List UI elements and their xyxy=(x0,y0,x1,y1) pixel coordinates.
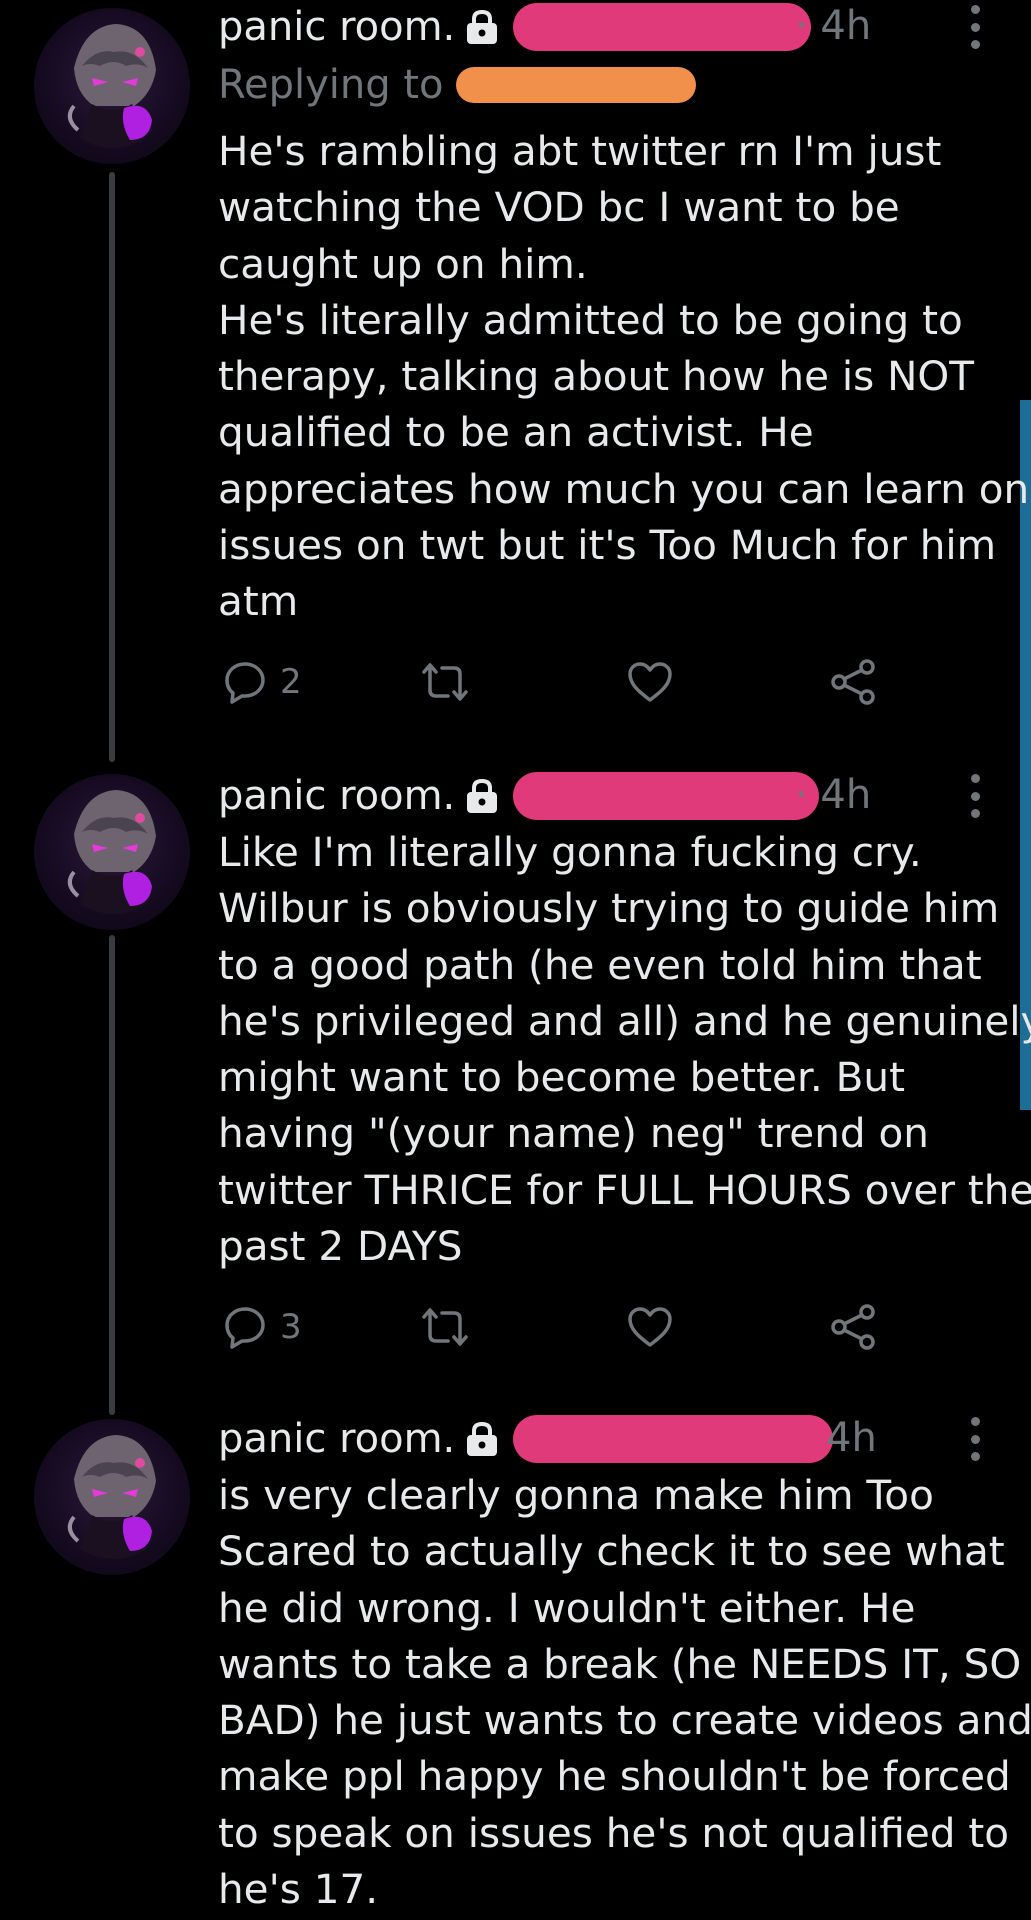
thread-connector-line xyxy=(109,172,115,762)
like-button[interactable] xyxy=(626,1300,674,1354)
tweet-header: panic room. xyxy=(218,1413,834,1465)
share-icon xyxy=(831,1304,875,1350)
tweet-text-line: Scared to actually check it to see what xyxy=(218,1527,1005,1576)
share-button[interactable] xyxy=(828,655,878,709)
avatar[interactable] xyxy=(34,8,190,164)
more-vertical-icon[interactable] xyxy=(968,1417,982,1461)
tweet-text: Like I'm literally gonna fucking cry. Wi… xyxy=(218,824,1031,1274)
thread-screen: panic room. · 4h Replying to He's rambli… xyxy=(0,0,1031,1920)
reply-button[interactable]: 2 xyxy=(222,655,302,709)
replying-to-line: Replying to xyxy=(218,62,696,108)
replying-to-label: Replying to xyxy=(218,62,444,108)
redacted-handle xyxy=(513,1415,834,1463)
retweet-icon xyxy=(422,1308,468,1346)
avatar-image xyxy=(67,790,156,914)
redacted-reply-handle xyxy=(455,67,696,103)
avatar[interactable] xyxy=(34,774,190,930)
share-icon xyxy=(831,659,875,705)
tweet-header: panic room. xyxy=(218,1,812,53)
tweet-text-line: make ppl happy he shouldn't be forced xyxy=(218,1752,1011,1801)
tweet-text-line: appreciates how much you can learn on xyxy=(218,464,1030,513)
reply-bubble-icon xyxy=(225,1307,265,1349)
tweet-text-line: Like I'm literally gonna fucking cry. xyxy=(218,828,922,876)
tweet-text-line: watching the VOD bc I want to be xyxy=(218,183,900,232)
tweet-text-line: BAD) he just wants to create videos and xyxy=(218,1696,1031,1745)
tweet-text-line: He's literally admitted to be going to xyxy=(218,295,963,344)
tweet-timestamp[interactable]: · 4h xyxy=(795,772,871,818)
tweet-text-line: twitter THRICE for FULL HOURS over the xyxy=(218,1165,1031,1214)
retweet-button[interactable] xyxy=(418,1300,472,1354)
tweet-text-line: he's 17. xyxy=(218,1865,379,1914)
tweet-text: He's rambling abt twitter rn I'm just wa… xyxy=(218,123,1030,630)
more-vertical-icon[interactable] xyxy=(968,5,982,49)
avatar-image xyxy=(67,24,156,148)
reply-count: 3 xyxy=(280,1307,302,1347)
retweet-button[interactable] xyxy=(418,655,472,709)
tweet-text-line: is very clearly gonna make him Too xyxy=(218,1471,934,1519)
lock-icon xyxy=(465,1421,499,1457)
lock-icon xyxy=(465,9,499,45)
tweet-text: is very clearly gonna make him Too Scare… xyxy=(218,1467,1031,1917)
reply-button[interactable]: 3 xyxy=(222,1300,302,1354)
tweet-header: panic room. xyxy=(218,770,820,822)
tweet-text-line: having "(your name) neg" trend on xyxy=(218,1109,929,1158)
heart-icon xyxy=(628,662,672,702)
tweet-text-line: he's privileged and all) and he genuinel… xyxy=(218,996,1031,1045)
tweet-actions: 2 xyxy=(218,655,898,709)
tweet-text-line: caught up on him. xyxy=(218,239,588,288)
tweet-text-line: qualified to be an activist. He xyxy=(218,408,814,457)
redacted-handle xyxy=(513,3,812,51)
reply-bubble-icon xyxy=(225,662,265,704)
more-vertical-icon[interactable] xyxy=(968,774,982,818)
tweet-text-line: issues on twt but it's Too Much for him xyxy=(218,521,997,570)
avatar-image xyxy=(67,1435,156,1559)
share-button[interactable] xyxy=(828,1300,878,1354)
tweet-text-line: wants to take a break (he NEEDS IT, SO xyxy=(218,1639,1022,1688)
display-name[interactable]: panic room. xyxy=(218,4,455,50)
tweet-timestamp[interactable]: 4h xyxy=(826,1415,877,1461)
tweet-timestamp[interactable]: · 4h xyxy=(795,3,871,49)
display-name[interactable]: panic room. xyxy=(218,773,455,819)
lock-icon xyxy=(465,778,499,814)
thread-connector-line xyxy=(109,935,115,1415)
tweet-text-line: Wilbur is obviously trying to guide him xyxy=(218,884,1000,933)
avatar[interactable] xyxy=(34,1419,190,1575)
reply-count: 2 xyxy=(280,662,302,702)
retweet-icon xyxy=(422,663,468,701)
tweet-text-line: therapy, talking about how he is NOT xyxy=(218,352,975,401)
tweet-text-line: to speak on issues he's not qualified to xyxy=(218,1808,1009,1857)
tweet-text-line: past 2 DAYS xyxy=(218,1222,463,1271)
heart-icon xyxy=(628,1307,672,1347)
display-name[interactable]: panic room. xyxy=(218,1416,455,1462)
tweet-text-line: might want to become better. But xyxy=(218,1053,905,1102)
tweet-text-line: to a good path (he even told him that xyxy=(218,940,982,989)
like-button[interactable] xyxy=(626,655,674,709)
tweet-text-line: He's rambling abt twitter rn I'm just xyxy=(218,127,942,175)
tweet-text-line: atm xyxy=(218,577,299,626)
tweet-actions: 3 xyxy=(218,1300,898,1354)
redacted-handle xyxy=(513,772,820,820)
tweet-text-line: he did wrong. I wouldn't either. He xyxy=(218,1583,916,1632)
